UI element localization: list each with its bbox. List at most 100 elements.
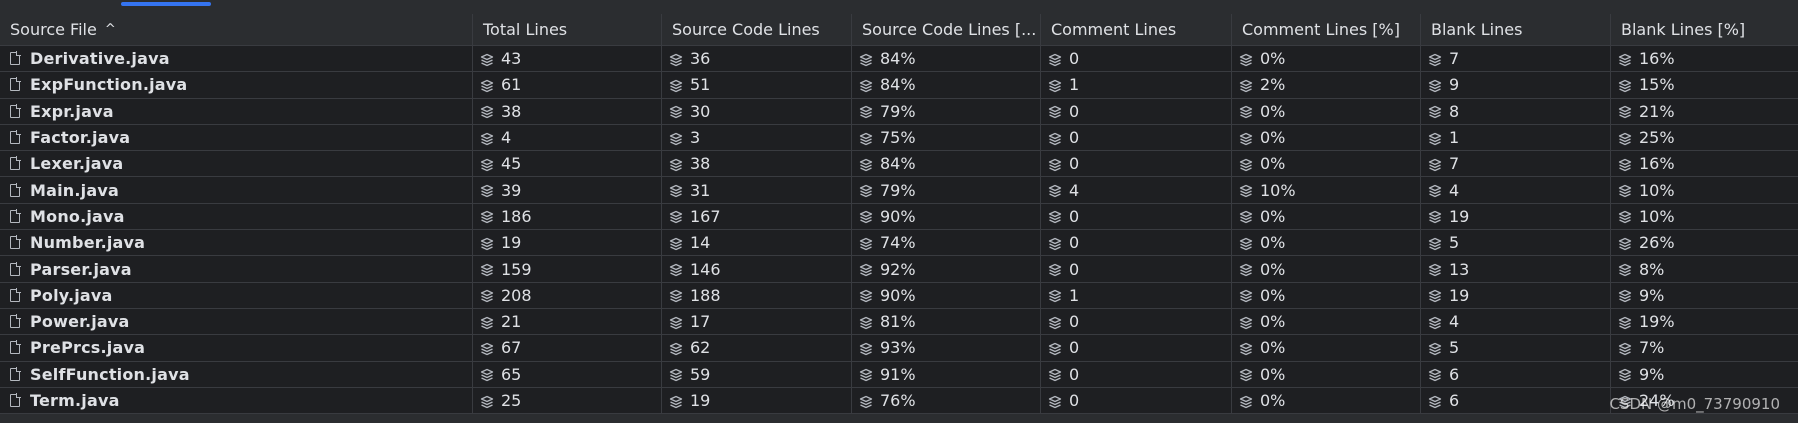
metric-cell: 4: [1421, 177, 1611, 203]
metric-value: 90%: [880, 285, 916, 305]
column-header-source-file[interactable]: Source File ^: [0, 14, 473, 45]
file-icon: [10, 77, 21, 92]
file-name: Derivative.java: [30, 49, 170, 69]
metric-cell: 0: [1041, 230, 1232, 256]
stack-icon: [1239, 367, 1253, 382]
metric-cell: 0: [1041, 256, 1232, 282]
metric-cell: 159: [473, 256, 662, 282]
metric-value: 9: [1449, 75, 1460, 95]
column-header-comment-lines-percent[interactable]: Comment Lines [%]: [1232, 14, 1421, 45]
metric-cell: 24%: [1611, 388, 1798, 413]
stack-icon: [1239, 183, 1253, 198]
table-row[interactable]: Mono.java 186 167 90% 0 0% 19 10%: [0, 203, 1798, 231]
column-header-total-lines[interactable]: Total Lines: [473, 14, 662, 45]
metric-value: 10%: [1260, 180, 1296, 200]
metric-cell: 146: [662, 256, 852, 282]
stack-icon: [1428, 288, 1442, 303]
table-row[interactable]: PrePrcs.java 67 62 93% 0 0% 5 7%: [0, 335, 1798, 362]
stack-icon: [480, 78, 494, 93]
metric-cell: 4: [473, 124, 662, 151]
metric-value: 43: [501, 49, 522, 69]
metric-value: 59: [690, 364, 711, 384]
column-header-label: Source File: [10, 20, 97, 39]
table-row[interactable]: Factor.java 4 3 75% 0 0% 1 25%: [0, 124, 1798, 152]
stack-icon: [1239, 131, 1253, 145]
file-icon: [10, 235, 21, 250]
stack-icon: [669, 315, 683, 329]
stack-icon: [859, 315, 873, 329]
table-row[interactable]: Poly.java 208 188 90% 1 0% 19 9%: [0, 282, 1798, 309]
metric-cell: 21%: [1611, 99, 1798, 124]
metric-cell: 1: [1421, 124, 1611, 151]
metric-value: 15%: [1639, 75, 1675, 95]
file-name: Factor.java: [30, 128, 131, 148]
file-name-cell: PrePrcs.java: [0, 335, 473, 361]
file-name-cell: Derivative.java: [0, 46, 473, 72]
metric-cell: 0: [1041, 98, 1232, 124]
table-row[interactable]: ExpFunction.java 61 51 84% 1 2% 9 15%: [0, 72, 1798, 99]
metric-cell: 167: [662, 203, 852, 230]
metric-cell: 15%: [1611, 72, 1798, 97]
table-row[interactable]: Derivative.java 43 36 84% 0 0% 7 16%: [0, 46, 1798, 73]
metric-value: 0%: [1260, 128, 1286, 148]
table-row[interactable]: Number.java 19 14 74% 0 0% 5 26%: [0, 230, 1798, 257]
column-header-blank-lines[interactable]: Blank Lines: [1421, 14, 1611, 45]
file-name-cell: SelfFunction.java: [0, 361, 473, 387]
stack-icon: [669, 288, 683, 303]
stack-icon: [480, 104, 494, 119]
stack-icon: [859, 209, 873, 224]
metric-value: 75%: [880, 128, 916, 148]
table-row[interactable]: Expr.java 38 30 79% 0 0% 8 21%: [0, 98, 1798, 125]
metric-value: 81%: [880, 312, 916, 332]
metric-value: 16%: [1639, 154, 1675, 174]
metric-cell: 0%: [1232, 203, 1421, 230]
metric-value: 61: [501, 75, 522, 95]
column-header-blank-lines-percent[interactable]: Blank Lines [%]: [1611, 14, 1798, 45]
stack-icon: [1239, 288, 1253, 303]
stack-icon: [859, 341, 873, 356]
metric-value: 7%: [1639, 338, 1665, 358]
metric-value: 8: [1449, 101, 1460, 121]
metric-value: 65: [501, 364, 522, 384]
metric-cell: 1: [1041, 72, 1232, 98]
column-header-source-code-lines[interactable]: Source Code Lines: [662, 14, 852, 45]
file-icon: [10, 103, 21, 118]
file-name: PrePrcs.java: [30, 338, 146, 358]
stack-icon: [1618, 104, 1632, 119]
metric-cell: 38: [662, 151, 852, 177]
metric-cell: 30: [662, 98, 852, 124]
table-row[interactable]: Main.java 39 31 79% 4 10% 4 10%: [0, 177, 1798, 204]
metric-value: 3: [690, 128, 701, 148]
metric-cell: 84%: [852, 46, 1041, 72]
metric-value: 0: [1069, 101, 1080, 121]
metric-value: 19: [501, 233, 522, 253]
stack-icon: [1239, 262, 1253, 277]
table-row[interactable]: Term.java 25 19 76% 0 0% 6 24%: [0, 387, 1798, 415]
metric-cell: 8: [1421, 98, 1611, 124]
metric-cell: 75%: [852, 124, 1041, 151]
metric-cell: 4: [1041, 177, 1232, 203]
table-row[interactable]: Lexer.java 45 38 84% 0 0% 7 16%: [0, 151, 1798, 178]
metric-cell: 0%: [1232, 124, 1421, 151]
column-header-source-code-lines-percent[interactable]: Source Code Lines [...: [852, 14, 1041, 45]
stack-icon: [859, 394, 873, 408]
metric-value: 6: [1449, 391, 1460, 410]
metric-value: 4: [501, 128, 512, 148]
stack-icon: [1048, 131, 1062, 145]
stack-icon: [1618, 183, 1632, 198]
table-row[interactable]: Parser.java 159 146 92% 0 0% 13 8%: [0, 256, 1798, 283]
metric-value: 186: [501, 206, 532, 226]
metric-cell: 65: [473, 361, 662, 387]
table-row[interactable]: SelfFunction.java 65 59 91% 0 0% 6 9%: [0, 361, 1798, 388]
table-body: Derivative.java 43 36 84% 0 0% 7 16% ExpFunction…: [0, 46, 1798, 415]
table-row[interactable]: Power.java 21 17 81% 0 0% 4 19%: [0, 308, 1798, 336]
file-name: Poly.java: [30, 285, 113, 305]
file-name: SelfFunction.java: [30, 364, 190, 384]
stack-icon: [1428, 236, 1442, 250]
metric-value: 0%: [1260, 101, 1286, 121]
file-icon: [10, 340, 21, 355]
stack-icon: [1618, 367, 1632, 382]
column-header-comment-lines[interactable]: Comment Lines: [1041, 14, 1232, 45]
metric-value: 0%: [1260, 364, 1286, 384]
metric-cell: 79%: [852, 98, 1041, 124]
